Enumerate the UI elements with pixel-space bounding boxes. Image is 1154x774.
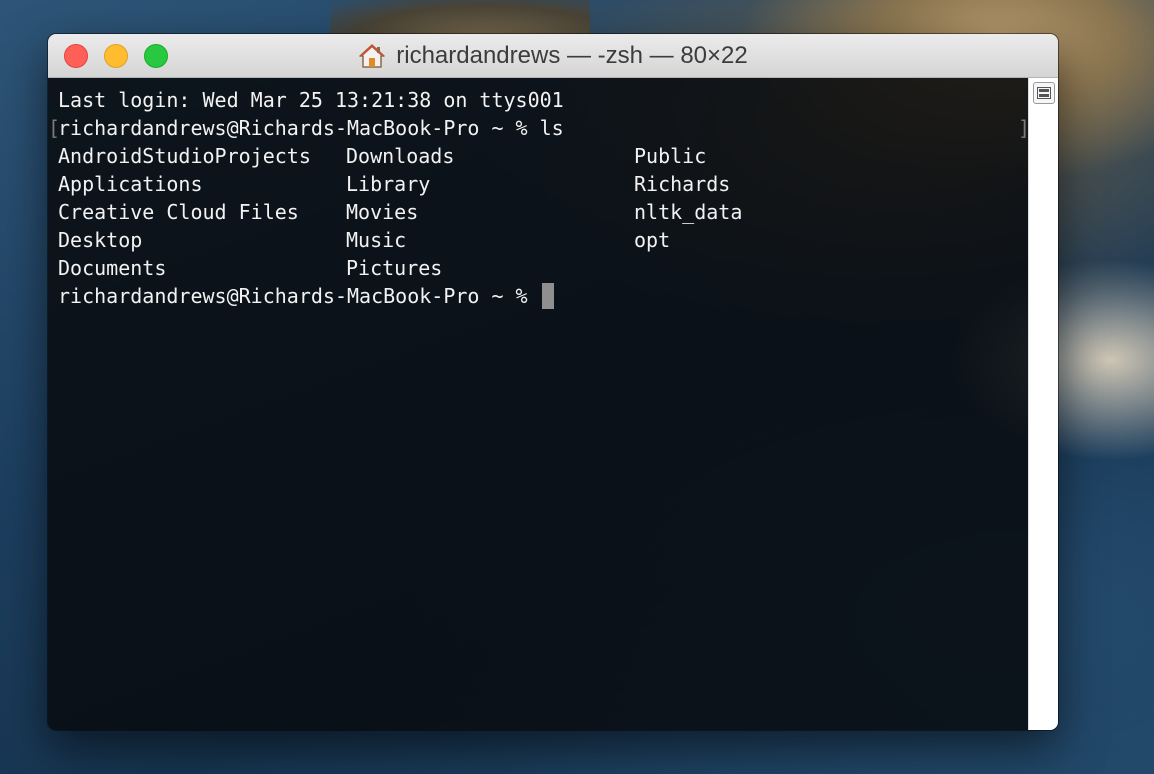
ls-entry: AndroidStudioProjects: [58, 144, 311, 168]
ls-entry: Movies: [346, 200, 419, 224]
window-title: richardandrews — -zsh — 80×22: [396, 42, 748, 69]
home-icon: [358, 43, 386, 69]
current-prompt-line: richardandrews@Richards-MacBook-Pro ~ %: [58, 282, 554, 310]
prompt-line-ls: richardandrews@Richards-MacBook-Pro ~ % …: [58, 116, 564, 140]
split-pane-icon: [1037, 87, 1051, 99]
window-title-group: richardandrews — -zsh — 80×22: [48, 34, 1058, 78]
terminal-window: richardandrews — -zsh — 80×22 Last login…: [48, 34, 1058, 730]
scrollbar[interactable]: [1028, 78, 1058, 730]
last-login-line: Last login: Wed Mar 25 13:21:38 on ttys0…: [58, 88, 564, 112]
ls-entry: Downloads: [346, 144, 455, 168]
current-prompt: richardandrews@Richards-MacBook-Pro ~ %: [58, 284, 540, 308]
ls-entry: Documents: [58, 256, 167, 280]
ls-entry: Creative Cloud Files: [58, 200, 299, 224]
ls-entry: Public: [634, 144, 707, 168]
ls-entry: Pictures: [346, 256, 443, 280]
text-cursor: [541, 283, 554, 309]
ls-entry: Richards: [634, 172, 731, 196]
ls-entry: nltk_data: [634, 200, 743, 224]
ls-entry: Library: [346, 172, 431, 196]
ls-entry: Desktop: [58, 228, 143, 252]
terminal-content[interactable]: Last login: Wed Mar 25 13:21:38 on ttys0…: [48, 78, 1030, 730]
ls-entry: Music: [346, 228, 407, 252]
ls-entry: opt: [634, 228, 671, 252]
ls-entry: Applications: [58, 172, 203, 196]
split-pane-button[interactable]: [1033, 82, 1055, 104]
title-bar[interactable]: richardandrews — -zsh — 80×22: [48, 34, 1058, 78]
